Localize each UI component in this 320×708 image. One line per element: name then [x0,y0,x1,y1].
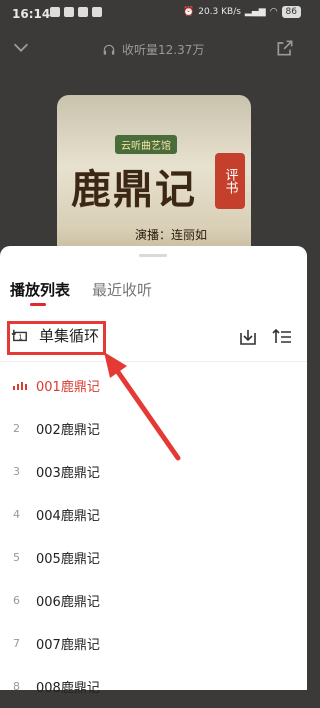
notification-icons [50,7,102,17]
episode-number: 7 [13,637,20,650]
wifi-icon: ◠ [269,7,278,17]
episode-number: 6 [13,594,20,607]
status-bar: 16:14 ⏰ 20.3 KB/s ▂▄▆ ◠ 86 [0,0,307,26]
notification-icon [92,7,102,17]
sort-order-icon[interactable] [272,327,292,347]
net-speed: 20.3 KB/s [198,7,241,17]
battery-icon: 86 [281,6,301,18]
playlist-sheet: 播放列表 最近收听 1 单集循环 001鹿鼎记 2 002鹿鼎记 3 003鹿鼎… [0,246,307,696]
episode-row[interactable]: 001鹿鼎记 [0,364,307,407]
episode-list: 001鹿鼎记 2 002鹿鼎记 3 003鹿鼎记 4 004鹿鼎记 5 005鹿… [0,364,307,708]
episode-name: 007鹿鼎记 [36,638,100,653]
episode-number: 2 [13,422,20,435]
episode-number: 4 [13,508,20,521]
now-playing-indicator [0,381,36,390]
episode-name: 002鹿鼎记 [36,423,100,438]
tab-recent[interactable]: 最近收听 [92,279,152,300]
episode-number: 5 [13,551,20,564]
episode-number: 8 [13,680,20,693]
cover-seal: 评书 [215,153,245,209]
sheet-handle[interactable] [139,254,167,257]
notification-icon [64,7,74,17]
episode-row[interactable]: 2 002鹿鼎记 [0,407,307,450]
episode-row[interactable]: 3 003鹿鼎记 [0,450,307,493]
cover-title: 鹿鼎记 [71,166,197,213]
listen-count: 收听量12.37万 [102,41,204,58]
collapse-chevron-icon[interactable] [10,36,32,58]
share-icon[interactable] [275,38,295,58]
equalizer-icon [13,381,36,390]
episode-row[interactable]: 8 008鹿鼎记 [0,665,307,708]
cover-badge: 云听曲艺馆 [115,135,177,154]
player-header: 收听量12.37万 [0,34,307,64]
episode-name: 003鹿鼎记 [36,466,100,481]
episode-name: 001鹿鼎记 [36,380,100,395]
episode-name: 006鹿鼎记 [36,595,100,610]
divider [0,361,307,362]
episode-row[interactable]: 5 005鹿鼎记 [0,536,307,579]
download-icon[interactable] [238,327,258,347]
listen-count-text: 收听量12.37万 [122,43,205,57]
tab-playlist[interactable]: 播放列表 [10,279,70,306]
episode-number: 3 [13,465,20,478]
episode-row[interactable]: 6 006鹿鼎记 [0,579,307,622]
status-right: ⏰ 20.3 KB/s ▂▄▆ ◠ 86 [183,6,301,18]
headphones-icon [103,44,115,55]
episode-row[interactable]: 4 004鹿鼎记 [0,493,307,536]
playlist-tabs: 播放列表 最近收听 [10,279,152,306]
episode-name: 005鹿鼎记 [36,552,100,567]
annotation-highlight-box [7,321,106,355]
alarm-icon: ⏰ [183,7,195,17]
notification-icon [50,7,60,17]
notification-icon [78,7,88,17]
episode-name: 008鹿鼎记 [36,681,100,696]
episode-name: 004鹿鼎记 [36,509,100,524]
episode-row[interactable]: 7 007鹿鼎记 [0,622,307,665]
signal-icon: ▂▄▆ [244,7,266,17]
cover-narrator: 演播：连丽如 [135,228,208,242]
status-time: 16:14 [12,7,51,21]
